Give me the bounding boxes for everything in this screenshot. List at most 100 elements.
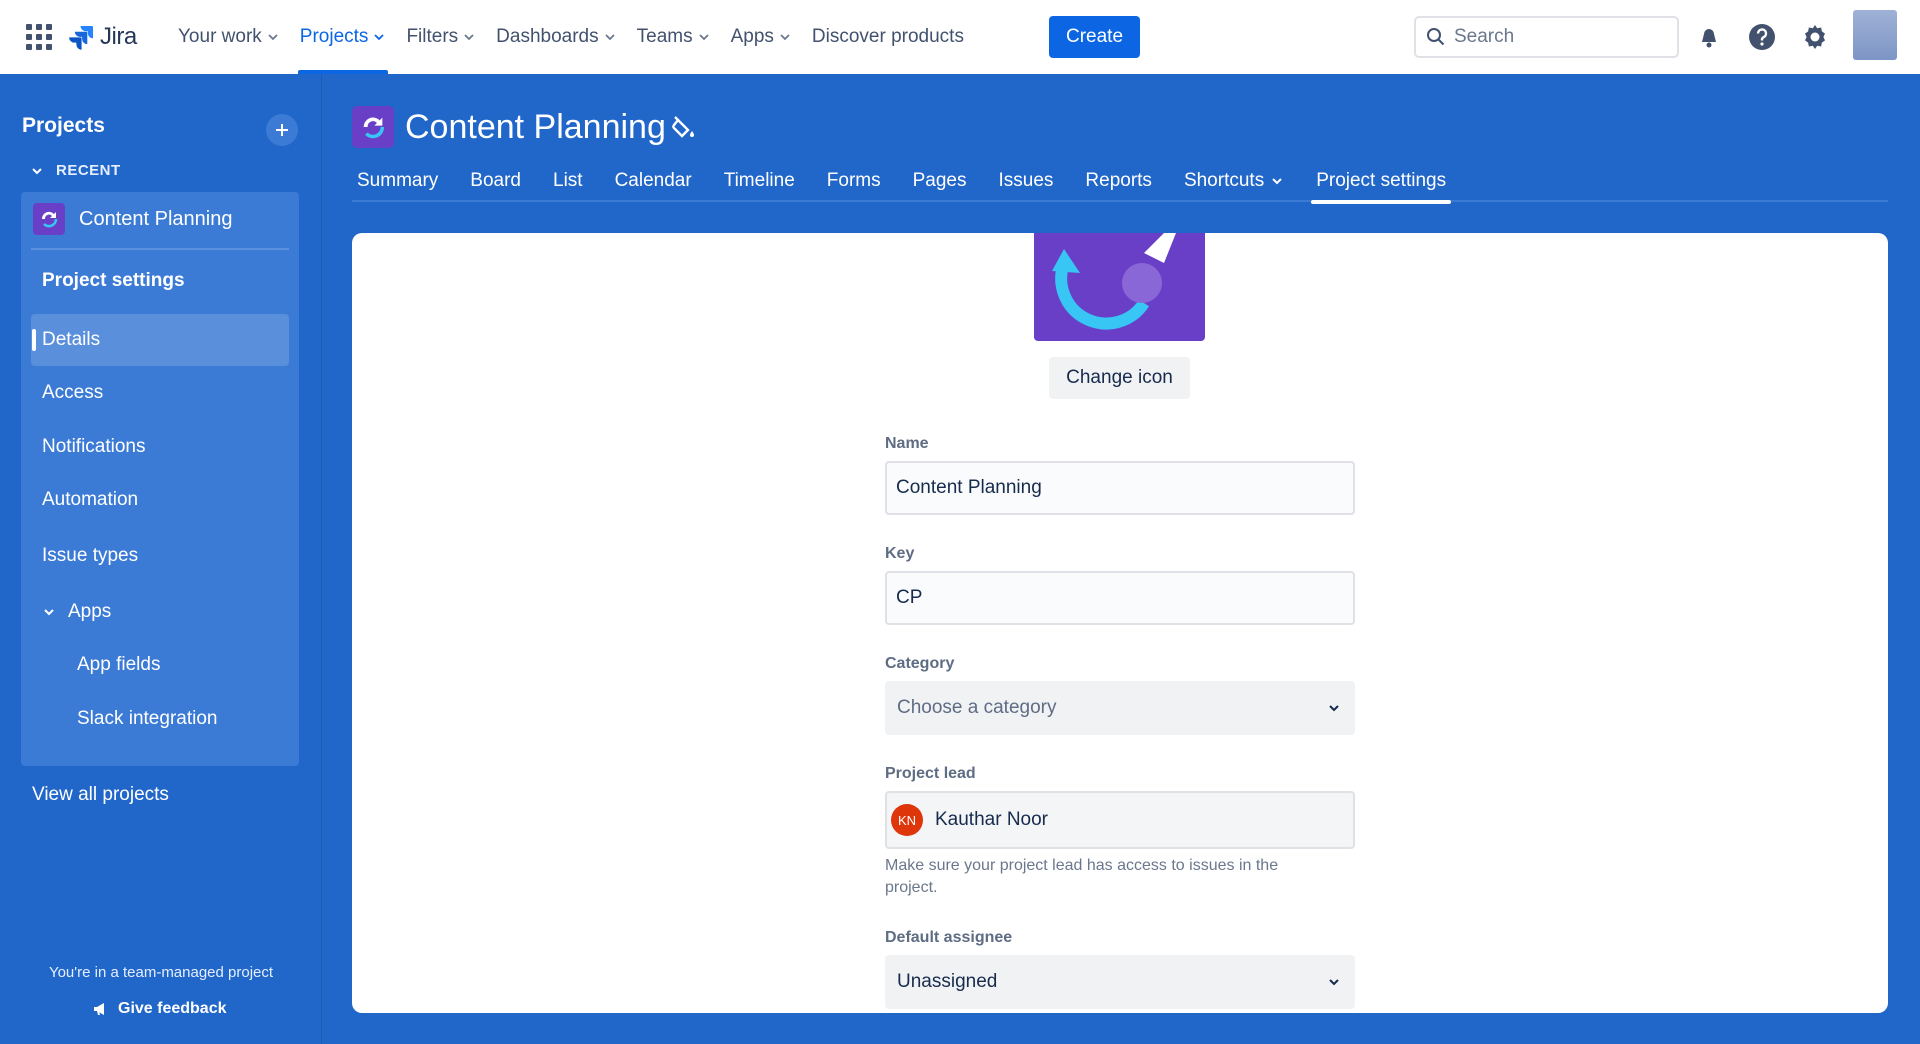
tab-label: Shortcuts: [1183, 170, 1265, 191]
search-icon: [1427, 28, 1445, 46]
sidebar-item-label: Apps: [68, 601, 112, 622]
sidebar-title: Projects: [22, 114, 105, 137]
recent-label: RECENT: [56, 162, 121, 179]
create-button[interactable]: Create: [1049, 16, 1140, 58]
sidebar-item-notifications[interactable]: Notifications: [31, 421, 289, 473]
chevron-down-icon: [1272, 178, 1282, 185]
recent-toggle[interactable]: RECENT: [30, 162, 121, 179]
sidebar-item-automation[interactable]: Automation: [31, 474, 289, 526]
tab-forms[interactable]: Forms: [822, 160, 886, 202]
sidebar-item-label: Notifications: [42, 436, 146, 457]
default-assignee-select[interactable]: Unassigned: [885, 955, 1355, 1009]
project-lead-label: Project lead: [885, 765, 976, 782]
name-field[interactable]: [885, 461, 1355, 515]
page-title: Content Planning: [405, 108, 666, 146]
chevron-down-icon: [374, 34, 385, 41]
tab-reports[interactable]: Reports: [1080, 160, 1157, 202]
jira-logo[interactable]: Jira: [68, 22, 137, 52]
nav-dashboards[interactable]: Dashboards: [486, 0, 626, 74]
jira-logo-text: Jira: [100, 23, 137, 50]
settings-gear-icon[interactable]: [1798, 20, 1832, 54]
chevron-down-icon: [32, 167, 42, 174]
nav-dashboards-label: Dashboards: [496, 26, 599, 47]
tab-summary[interactable]: Summary: [352, 160, 443, 202]
tab-label: Pages: [912, 170, 967, 191]
sidebar: Projects RECENT Content Planning Project…: [0, 74, 322, 1044]
help-icon[interactable]: [1745, 20, 1779, 54]
search-box[interactable]: [1414, 16, 1679, 58]
tab-calendar[interactable]: Calendar: [610, 160, 697, 202]
tab-shortcuts[interactable]: Shortcuts: [1179, 160, 1289, 202]
tab-list[interactable]: List: [548, 160, 588, 202]
tab-label: Forms: [826, 170, 881, 191]
sidebar-item-label: Access: [42, 382, 104, 403]
user-avatar[interactable]: [1853, 10, 1897, 60]
tab-label: Timeline: [723, 170, 795, 191]
project-lead-picker[interactable]: KN Kauthar Noor: [885, 791, 1355, 849]
sidebar-item-label: App fields: [77, 654, 161, 675]
tab-pages[interactable]: Pages: [908, 160, 972, 202]
sidebar-item-label: Automation: [42, 489, 139, 510]
app-switcher-icon[interactable]: [26, 24, 52, 50]
nav-discover-products[interactable]: Discover products: [802, 0, 974, 74]
category-placeholder: Choose a category: [897, 697, 1057, 718]
sidebar-item-apps[interactable]: Apps: [31, 586, 289, 638]
search-input[interactable]: [1454, 26, 1654, 48]
sidebar-item-details[interactable]: Details: [31, 314, 289, 366]
chevron-down-icon: [698, 34, 709, 41]
sidebar-item-label: Details: [42, 329, 101, 350]
tab-label: Issues: [998, 170, 1054, 191]
nav-your-work[interactable]: Your work: [168, 0, 290, 74]
default-assignee-value: Unassigned: [897, 971, 998, 992]
project-avatar-icon: [33, 203, 65, 235]
sidebar-item-access[interactable]: Access: [31, 367, 289, 419]
sidebar-item-slack-integration[interactable]: Slack integration: [31, 693, 289, 745]
tab-label: Project settings: [1316, 170, 1447, 191]
project-tabs: Summary Board List Calendar Timeline For…: [352, 160, 1888, 204]
sidebar-project-content-planning[interactable]: Content Planning: [21, 192, 299, 246]
sidebar-item-issue-types[interactable]: Issue types: [31, 530, 289, 582]
nav-projects[interactable]: Projects: [290, 0, 397, 74]
chevron-down-icon: [464, 34, 474, 41]
default-assignee-label: Default assignee: [885, 929, 1013, 946]
tab-label: List: [553, 170, 583, 191]
tab-label: Calendar: [614, 170, 692, 191]
jira-logo-icon: [69, 26, 93, 50]
project-lead-helper-text: Make sure your project lead has access t…: [885, 857, 1279, 896]
add-project-button[interactable]: [266, 114, 298, 146]
team-managed-note: You're in a team-managed project: [48, 964, 274, 981]
give-feedback-link[interactable]: Give feedback: [92, 1000, 227, 1018]
sidebar-item-app-fields[interactable]: App fields: [31, 639, 289, 691]
chevron-down-icon: [780, 34, 790, 41]
paint-bucket-icon[interactable]: [670, 114, 698, 142]
nav-filters[interactable]: Filters: [396, 0, 486, 74]
tab-board[interactable]: Board: [465, 160, 526, 202]
category-select[interactable]: Choose a category: [885, 681, 1355, 735]
tab-issues[interactable]: Issues: [993, 160, 1058, 202]
give-feedback-label: Give feedback: [118, 1000, 227, 1017]
tab-timeline[interactable]: Timeline: [719, 160, 800, 202]
chevron-down-icon: [268, 34, 278, 41]
chevron-down-icon: [1329, 705, 1339, 712]
nav-apps[interactable]: Apps: [721, 0, 802, 74]
tab-label: Board: [470, 170, 521, 191]
view-all-projects-link[interactable]: View all projects: [32, 784, 169, 806]
current-project-card: Content Planning Project settings Detail…: [21, 192, 299, 766]
nav-your-work-label: Your work: [178, 26, 262, 47]
sidebar-item-label: Slack integration: [77, 708, 218, 729]
key-field[interactable]: [885, 571, 1355, 625]
primary-nav: Your work Projects Filters Dashboards Te…: [168, 0, 974, 74]
notifications-bell-icon[interactable]: [1692, 20, 1726, 54]
nav-teams-label: Teams: [636, 26, 693, 47]
lead-avatar: KN: [891, 804, 923, 836]
sidebar-item-label: Issue types: [42, 545, 139, 566]
chevron-down-icon: [1329, 979, 1339, 986]
nav-teams[interactable]: Teams: [627, 0, 721, 74]
nav-discover-label: Discover products: [811, 26, 964, 47]
sidebar-divider: [31, 248, 289, 250]
change-icon-button[interactable]: Change icon: [1049, 357, 1190, 399]
tab-label: Reports: [1085, 170, 1152, 191]
tab-project-settings[interactable]: Project settings: [1311, 160, 1452, 204]
chevron-down-icon: [44, 609, 54, 616]
sidebar-project-name: Content Planning: [79, 207, 233, 230]
